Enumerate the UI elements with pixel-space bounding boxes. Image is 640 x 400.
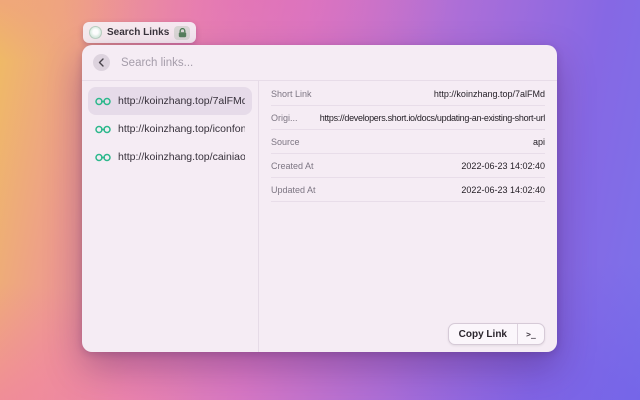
detail-label: Updated At [271, 184, 316, 195]
link-details: Short Link http://koinzhang.top/7alFMd O… [259, 81, 557, 352]
list-item[interactable]: http://koinzhang.top/iconfont [88, 115, 252, 143]
window-body: http://koinzhang.top/7alFMd http://koinz… [82, 81, 557, 352]
detail-value: http://koinzhang.top/7alFMd [433, 88, 545, 99]
detail-value: 2022-06-23 14:02:40 [461, 160, 545, 171]
search-links-window: http://koinzhang.top/7alFMd http://koinz… [82, 45, 557, 352]
action-bar: Copy Link >_ [447, 323, 545, 345]
back-button[interactable] [93, 54, 110, 71]
desktop-background: Search Links Search links... http://koin… [0, 0, 640, 400]
list-item[interactable]: http://koinzhang.top/7alFMd [88, 87, 252, 115]
extension-circle-icon [89, 26, 102, 39]
lock-icon[interactable] [174, 25, 191, 40]
terminal-icon: >_ [526, 329, 536, 339]
detail-row-created-at: Created At 2022-06-23 14:02:40 [271, 154, 545, 178]
detail-value: api [532, 136, 545, 147]
list-item-label: http://koinzhang.top/cainiao [118, 151, 245, 163]
chevron-left-icon [98, 58, 104, 67]
detail-label: Short Link [271, 88, 312, 99]
detail-value: https://developers.short.io/docs/updatin… [319, 112, 546, 123]
list-item-label: http://koinzhang.top/iconfont [118, 123, 245, 135]
detail-label: Source [271, 136, 300, 147]
search-header [82, 45, 557, 81]
detail-value: 2022-06-23 14:02:40 [461, 184, 545, 195]
link-icon [95, 97, 111, 106]
detail-label: Origi... [271, 112, 298, 123]
plugin-name-label: Search Links [107, 27, 170, 38]
list-item-label: http://koinzhang.top/7alFMd [118, 95, 245, 107]
actions-menu-button[interactable]: >_ [518, 324, 544, 344]
detail-row-updated-at: Updated At 2022-06-23 14:02:40 [271, 178, 545, 202]
copy-link-button[interactable]: Copy Link [449, 324, 517, 344]
launcher-plugin-badge[interactable]: Search Links [83, 22, 197, 43]
search-input[interactable] [119, 55, 546, 70]
detail-row-original-link: Origi... https://developers.short.io/doc… [271, 106, 545, 130]
detail-row-short-link: Short Link http://koinzhang.top/7alFMd [271, 82, 545, 106]
links-list: http://koinzhang.top/7alFMd http://koinz… [82, 81, 259, 352]
detail-label: Created At [271, 160, 314, 171]
link-icon [95, 153, 111, 162]
link-icon [95, 125, 111, 134]
list-item[interactable]: http://koinzhang.top/cainiao [88, 143, 252, 171]
detail-row-source: Source api [271, 130, 545, 154]
